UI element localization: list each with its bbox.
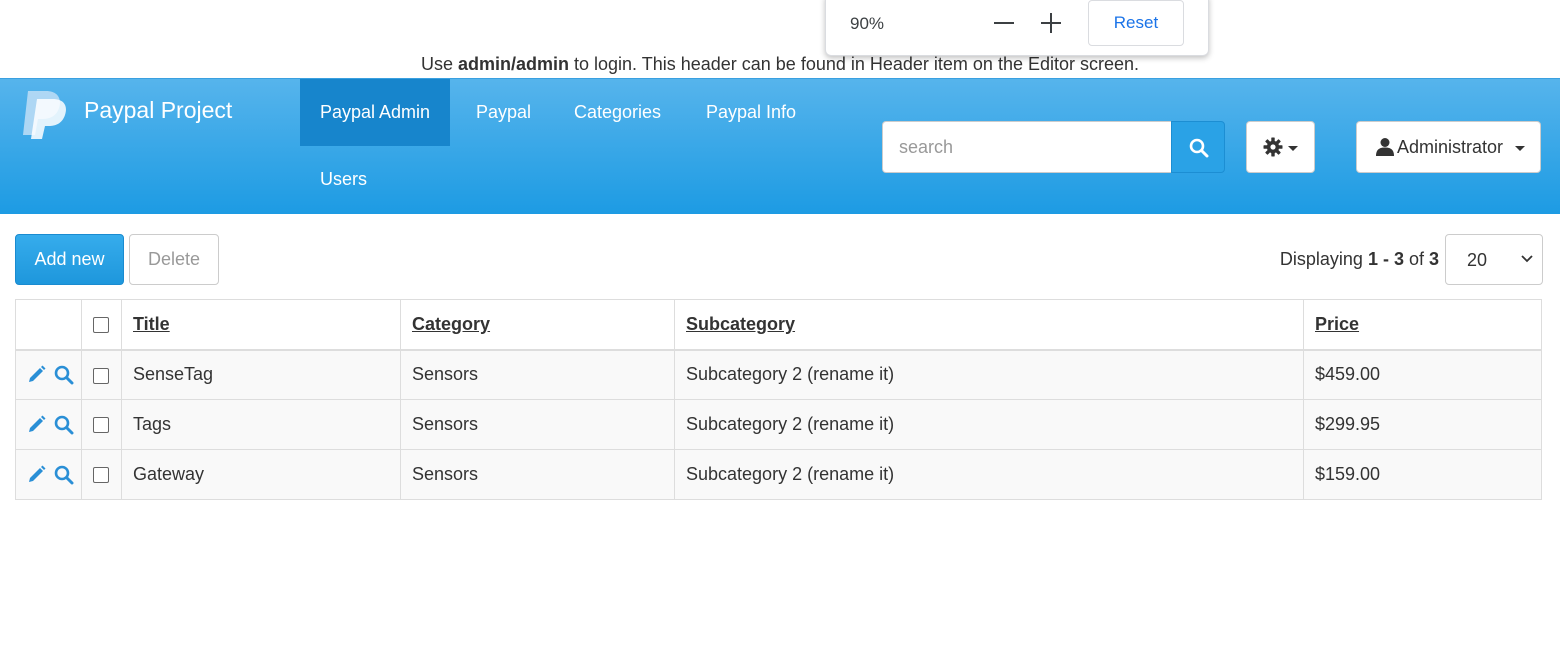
zoom-popup: 90% Reset — [825, 0, 1209, 56]
sort-subcategory-link[interactable]: Subcategory — [686, 314, 795, 334]
user-icon — [1376, 138, 1394, 156]
chevron-down-icon — [1521, 255, 1533, 263]
user-name: Administrator — [1397, 137, 1504, 157]
row-checkbox[interactable] — [93, 417, 109, 434]
table-row: SenseTag Sensors Subcategory 2 (rename i… — [15, 349, 1542, 400]
subcategory-cell: Subcategory 2 (rename it) — [674, 449, 1304, 500]
range-start: 1 — [1367, 249, 1378, 269]
title-header: Title — [121, 299, 401, 351]
sort-category-link[interactable]: Category — [412, 314, 490, 334]
price-cell: $459.00 — [1303, 349, 1542, 400]
title-cell: Tags — [121, 399, 401, 450]
view-magnifier-icon[interactable] — [53, 365, 75, 385]
chevron-down-icon — [1515, 146, 1525, 151]
title-cell: Gateway — [121, 449, 401, 500]
add-new-button[interactable]: Add new — [15, 234, 124, 285]
nav-paypal-admin[interactable]: Paypal Admin — [300, 79, 451, 146]
view-magnifier-icon[interactable] — [53, 465, 75, 485]
view-magnifier-icon[interactable] — [53, 415, 75, 435]
price-header: Price — [1303, 299, 1542, 351]
displaying-label: Displaying — [1279, 249, 1368, 269]
sort-title-link[interactable]: Title — [133, 314, 170, 334]
select-all-header — [81, 299, 122, 351]
navbar: Paypal Project Paypal Admin Paypal Categ… — [0, 78, 1560, 214]
page-size-value: 20 — [1467, 250, 1488, 270]
nav-paypal[interactable]: Paypal — [456, 79, 551, 146]
row-select-cell — [81, 399, 122, 450]
range-end: 3 — [1393, 249, 1404, 269]
price-cell: $159.00 — [1303, 449, 1542, 500]
nav-paypal-info[interactable]: Paypal Info — [686, 79, 816, 146]
actions-header — [15, 299, 82, 351]
search-input[interactable] — [882, 121, 1172, 173]
chevron-down-icon — [1288, 146, 1298, 151]
brand-name[interactable]: Paypal Project — [84, 97, 232, 124]
of-label: of — [1403, 249, 1429, 269]
row-select-cell — [81, 449, 122, 500]
category-header: Category — [400, 299, 675, 351]
row-actions — [15, 349, 82, 400]
edit-pencil-icon[interactable] — [26, 415, 48, 435]
zoom-reset-button[interactable]: Reset — [1088, 0, 1184, 46]
table-row: Gateway Sensors Subcategory 2 (rename it… — [15, 449, 1542, 500]
select-all-checkbox[interactable] — [93, 317, 109, 333]
row-checkbox[interactable] — [93, 367, 109, 384]
user-menu-button[interactable]: Administrator — [1356, 121, 1541, 173]
settings-dropdown-button[interactable] — [1246, 121, 1315, 173]
table-header-row: Title Category Subcategory Price — [15, 299, 1542, 351]
subcategory-cell: Subcategory 2 (rename it) — [674, 399, 1304, 450]
edit-pencil-icon[interactable] — [26, 365, 48, 385]
row-select-cell — [81, 349, 122, 400]
subcategory-header: Subcategory — [674, 299, 1304, 351]
range-separator: - — [1377, 249, 1394, 269]
category-cell: Sensors — [400, 399, 675, 450]
category-cell: Sensors — [400, 349, 675, 400]
page-size-select[interactable]: 20 — [1445, 234, 1543, 285]
zoom-level: 90% — [850, 14, 885, 33]
table-row: Tags Sensors Subcategory 2 (rename it) $… — [15, 399, 1542, 450]
price-cell: $299.95 — [1303, 399, 1542, 450]
paypal-logo-icon[interactable] — [18, 87, 70, 139]
nav-users[interactable]: Users — [300, 146, 387, 213]
row-checkbox[interactable] — [93, 467, 109, 484]
login-credentials: admin/admin — [457, 54, 569, 74]
data-table: Title Category Subcategory Price SenseTa… — [15, 299, 1542, 500]
zoom-out-icon[interactable] — [992, 9, 1020, 37]
subcategory-cell: Subcategory 2 (rename it) — [674, 349, 1304, 400]
row-actions — [15, 449, 82, 500]
login-note: Use admin/admin to login. This header ca… — [0, 54, 1560, 75]
nav-categories[interactable]: Categories — [554, 79, 681, 146]
sort-price-link[interactable]: Price — [1315, 314, 1359, 334]
search-icon — [1189, 138, 1209, 158]
category-cell: Sensors — [400, 449, 675, 500]
title-cell: SenseTag — [121, 349, 401, 400]
delete-button[interactable]: Delete — [129, 234, 219, 285]
total-count: 3 — [1428, 249, 1439, 269]
edit-pencil-icon[interactable] — [26, 465, 48, 485]
login-note-suffix: to login. This header can be found in He… — [569, 54, 1140, 74]
search-button[interactable] — [1171, 121, 1225, 173]
gear-icon — [1263, 137, 1283, 157]
row-actions — [15, 399, 82, 450]
zoom-in-icon[interactable] — [1038, 9, 1066, 37]
login-note-prefix: Use — [420, 54, 458, 74]
pagination-info: Displaying 1 - 3 of 3 — [1280, 249, 1439, 270]
